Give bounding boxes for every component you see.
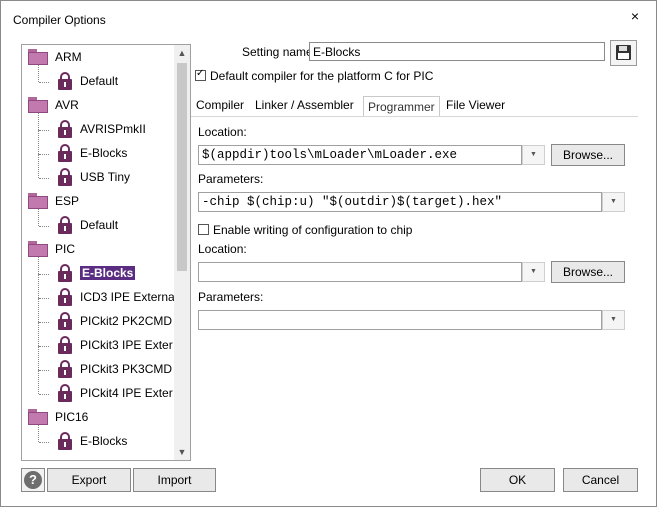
scroll-thumb[interactable]: [177, 63, 187, 271]
tree-item-label: PICkit4 IPE Exter: [80, 386, 173, 400]
params1-combo[interactable]: -chip $(chip:u) "$(outdir)$(target).hex": [198, 192, 602, 212]
tree-item[interactable]: Default: [22, 202, 174, 238]
tree-item[interactable]: USB Tiny: [22, 154, 174, 190]
tree-folder[interactable]: ARM: [22, 46, 174, 70]
enable-config-label: Enable writing of configuration to chip: [213, 223, 413, 237]
tree-folder[interactable]: AVR: [22, 94, 174, 118]
tab-linker-assembler[interactable]: Linker / Assembler: [255, 98, 354, 116]
tree-folder[interactable]: PIC: [22, 238, 174, 262]
lock-icon: [58, 360, 72, 378]
compiler-tree[interactable]: E-Blocks PIC16 PICkit4 IPE Exter PICkit3 PK…: [21, 44, 191, 461]
location1-dropdown-icon[interactable]: ▼: [522, 145, 545, 165]
folder-icon: [28, 97, 48, 113]
folder-icon: [28, 409, 48, 425]
params1-label: Parameters:: [198, 172, 264, 186]
ok-button[interactable]: OK: [480, 468, 555, 492]
tree-item[interactable]: E-Blocks: [22, 250, 174, 286]
tree-item[interactable]: PICkit2 PK2CMD: [22, 298, 174, 334]
import-button[interactable]: Import: [133, 468, 216, 492]
default-compiler-checkbox[interactable]: [195, 68, 206, 81]
scroll-down-icon[interactable]: ▼: [174, 444, 190, 460]
default-compiler-label: Default compiler for the platform C for …: [210, 69, 434, 83]
close-icon[interactable]: ×: [626, 7, 644, 25]
tree-item[interactable]: AVRISPmkII: [22, 106, 174, 142]
params1-dropdown-icon[interactable]: ▼: [602, 192, 625, 212]
tree-item-label: PICkit2 PK2CMD: [80, 314, 173, 328]
tree-item-label: ICD3 IPE Externa: [80, 290, 175, 304]
lock-icon: [58, 384, 72, 402]
tree-folder-label: PIC: [55, 242, 76, 256]
tree-item[interactable]: E-Blocks: [22, 130, 174, 166]
tree-item-label: Default: [80, 74, 119, 88]
browse2-button[interactable]: Browse...: [551, 261, 625, 283]
help-button[interactable]: ?: [21, 468, 45, 492]
location2-dropdown-icon[interactable]: ▼: [522, 262, 545, 282]
tree-folder[interactable]: PIC16: [22, 406, 174, 430]
lock-icon: [58, 144, 72, 162]
tree-folder-label: PIC16: [55, 410, 89, 424]
tree-item-label: PICkit3 IPE Exter: [80, 338, 173, 352]
params2-combo[interactable]: [198, 310, 602, 330]
lock-icon: [58, 288, 72, 306]
tree-item-label: E-Blocks: [80, 266, 136, 280]
folder-icon: [28, 193, 48, 209]
folder-icon: [28, 49, 48, 65]
tree-item-label: USB Tiny: [80, 170, 131, 184]
dialog-title: Compiler Options: [13, 13, 106, 27]
lock-icon: [58, 216, 72, 234]
lock-icon: [58, 168, 72, 186]
floppy-disk-icon: [616, 45, 631, 60]
tree-folder-label: ESP: [55, 194, 80, 208]
tree-item[interactable]: ICD3 IPE Externa: [22, 274, 175, 310]
location2-label: Location:: [198, 242, 247, 256]
tree-folder-label: AVR: [55, 98, 79, 112]
tree-folder[interactable]: ESP: [22, 190, 174, 214]
tree-item[interactable]: E-Blocks: [22, 418, 174, 454]
tree-item-label: E-Blocks: [80, 146, 128, 160]
lock-icon: [58, 120, 72, 138]
title-bar: Compiler Options ×: [1, 1, 656, 39]
lock-icon: [58, 336, 72, 354]
tree-item-label: PICkit3 PK3CMD: [80, 362, 173, 376]
tree-item[interactable]: PICkit4 IPE Exter: [22, 370, 174, 406]
lock-icon: [58, 312, 72, 330]
tab-file-viewer[interactable]: File Viewer: [446, 98, 505, 116]
lock-icon: [58, 432, 72, 450]
location2-combo[interactable]: [198, 262, 522, 282]
location1-value: $(appdir)tools\mLoader\mLoader.exe: [202, 148, 458, 162]
tree-folder-label: ARM: [55, 50, 82, 64]
lock-icon: [58, 264, 72, 282]
location1-label: Location:: [198, 125, 247, 139]
export-button[interactable]: Export: [47, 468, 131, 492]
cancel-button[interactable]: Cancel: [563, 468, 638, 492]
programmer-panel: [191, 116, 638, 462]
setting-name-label: Setting name:: [242, 45, 317, 59]
compiler-options-dialog: Compiler Options × E-Blocks PIC16 PICkit4 …: [0, 0, 657, 507]
scroll-up-icon[interactable]: ▲: [174, 45, 190, 61]
params2-dropdown-icon[interactable]: ▼: [602, 310, 625, 330]
params1-value: -chip $(chip:u) "$(outdir)$(target).hex": [202, 195, 503, 209]
tree-scrollbar[interactable]: ▲ ▼: [174, 45, 190, 460]
tree-item[interactable]: PICkit3 IPE Exter: [22, 322, 174, 358]
tree-item-label: E-Blocks: [80, 434, 128, 448]
help-icon: ?: [24, 471, 42, 489]
enable-config-checkbox[interactable]: [198, 224, 209, 235]
params2-label: Parameters:: [198, 290, 264, 304]
tree-item-label: AVRISPmkII: [80, 122, 146, 136]
tree-item-label: Default: [80, 218, 119, 232]
tab-strip: Compiler Linker / Assembler Programmer F…: [191, 96, 638, 118]
tree-item[interactable]: Default: [22, 58, 174, 94]
tab-compiler[interactable]: Compiler: [196, 98, 244, 116]
location1-combo[interactable]: $(appdir)tools\mLoader\mLoader.exe: [198, 145, 522, 165]
lock-icon: [58, 72, 72, 90]
browse1-button[interactable]: Browse...: [551, 144, 625, 166]
save-button[interactable]: [610, 40, 637, 66]
folder-icon: [28, 241, 48, 257]
tree-item[interactable]: PICkit3 PK3CMD: [22, 346, 174, 382]
tab-programmer[interactable]: Programmer: [363, 96, 440, 117]
setting-name-input[interactable]: [309, 42, 605, 61]
